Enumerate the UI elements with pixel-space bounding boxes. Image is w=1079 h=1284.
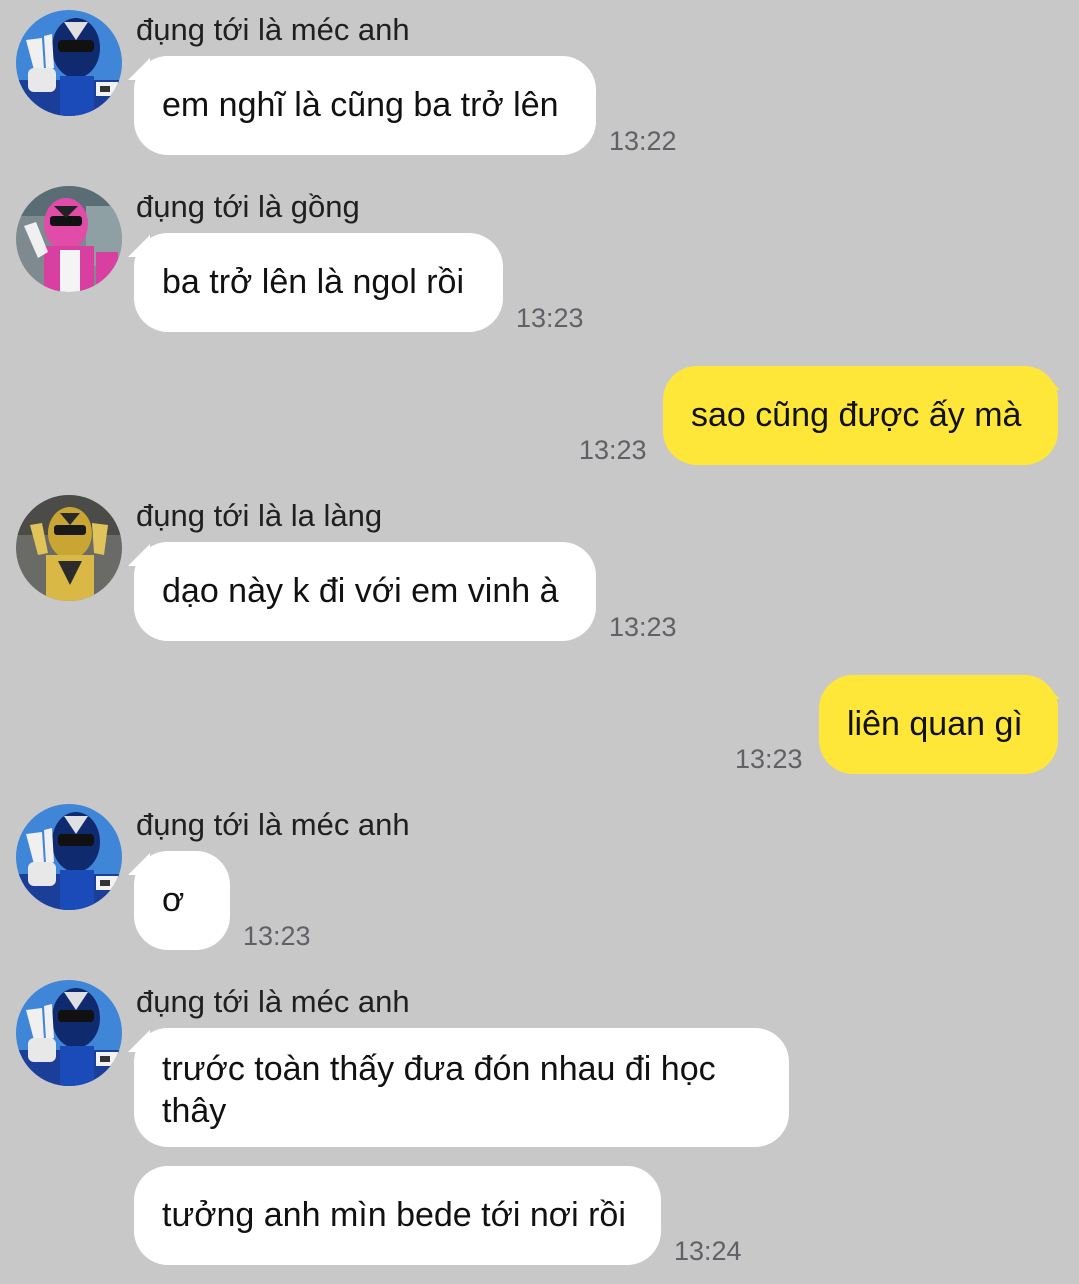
incoming-message-bubble[interactable]: ơ — [134, 851, 230, 950]
blue-ranger-avatar[interactable] — [16, 10, 122, 116]
outgoing-message-bubble[interactable]: liên quan gì — [819, 675, 1058, 774]
sender-name: đụng tới là méc anh — [136, 984, 410, 1019]
incoming-message-bubble[interactable]: ba trở lên là ngol rồi — [134, 233, 503, 332]
incoming-message-bubble[interactable]: tưởng anh mìn bede tới nơi rồi — [134, 1166, 661, 1265]
sender-name: đụng tới là la làng — [136, 498, 383, 533]
sender-name: đụng tới là méc anh — [136, 12, 410, 47]
message-timestamp: 13:23 — [579, 435, 647, 465]
message-timestamp: 13:22 — [609, 126, 677, 156]
blue-ranger-avatar[interactable] — [16, 980, 122, 1086]
yellow-ranger-avatar[interactable] — [16, 495, 122, 601]
message-timestamp: 13:23 — [735, 744, 803, 774]
blue-ranger-avatar[interactable] — [16, 804, 122, 910]
bubble-tail — [1038, 677, 1060, 699]
incoming-message-bubble[interactable]: dạo này k đi với em vinh à — [134, 542, 596, 641]
incoming-message-bubble[interactable]: trước toàn thấy đưa đón nhau đi học thây — [134, 1028, 789, 1147]
incoming-message-bubble[interactable]: em nghĩ là cũng ba trở lên — [134, 56, 596, 155]
message-timestamp: 13:24 — [674, 1236, 742, 1266]
message-timestamp: 13:23 — [516, 303, 584, 333]
outgoing-message-bubble[interactable]: sao cũng được ấy mà — [663, 366, 1058, 465]
sender-name: đụng tới là gồng — [136, 189, 360, 224]
message-timestamp: 13:23 — [243, 921, 311, 951]
message-timestamp: 13:23 — [609, 612, 677, 642]
pink-ranger-avatar[interactable] — [16, 186, 122, 292]
sender-name: đụng tới là méc anh — [136, 807, 410, 842]
bubble-tail — [1038, 368, 1060, 390]
